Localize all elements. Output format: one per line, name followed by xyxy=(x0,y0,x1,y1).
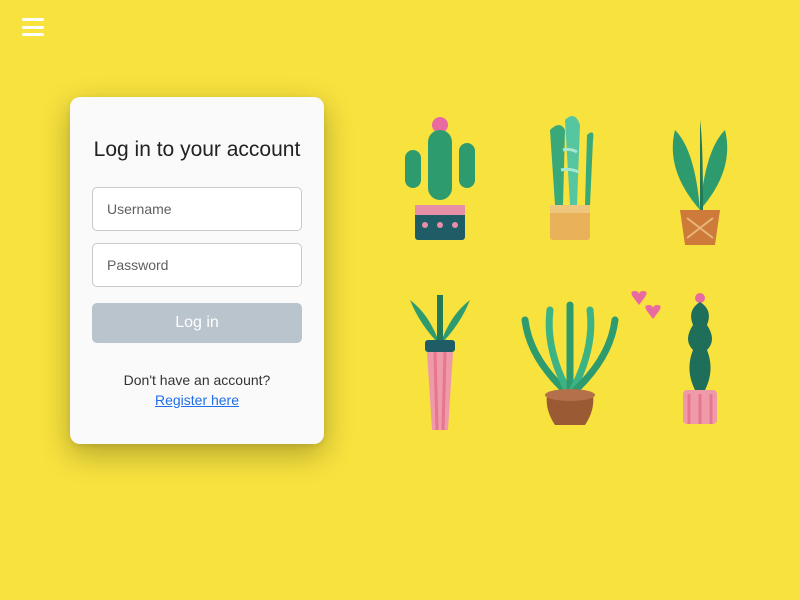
login-card: Log in to your account Log in Don't have… xyxy=(70,97,324,444)
login-title: Log in to your account xyxy=(94,137,301,163)
fan-plant-icon xyxy=(645,110,755,260)
username-input[interactable] xyxy=(92,187,302,231)
register-prompt: Don't have an account? xyxy=(124,371,271,391)
register-link[interactable]: Register here xyxy=(155,392,239,408)
spider-plant-icon xyxy=(515,290,625,440)
login-button[interactable]: Log in xyxy=(92,303,302,343)
password-input[interactable] xyxy=(92,243,302,287)
hamburger-menu-icon[interactable] xyxy=(22,18,44,36)
cactus-plant-icon xyxy=(385,110,495,260)
snake-plant-icon xyxy=(515,110,625,260)
plants-illustration xyxy=(380,110,760,440)
tall-pot-plant-icon xyxy=(385,290,495,440)
heart-decoration-icon xyxy=(625,285,665,325)
